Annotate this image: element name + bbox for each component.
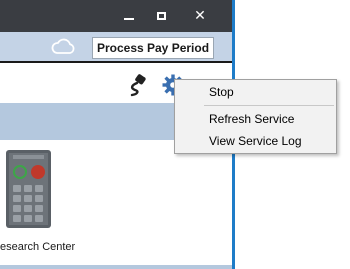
cloud-icon[interactable]	[50, 38, 76, 56]
green-button-icon	[13, 165, 27, 179]
keypad-key	[24, 195, 32, 202]
keypad-key	[24, 205, 32, 212]
keypad-key	[24, 215, 32, 222]
plug-icon[interactable]	[126, 73, 148, 97]
close-button[interactable]: ✕	[191, 7, 209, 25]
keypad-key	[35, 205, 43, 212]
app-tile-thumbnail[interactable]	[6, 150, 51, 228]
keypad-key	[35, 185, 43, 192]
keypad-key	[13, 185, 21, 192]
menu-item-refresh-service[interactable]: Refresh Service	[176, 109, 336, 129]
menu-item-view-service-log[interactable]: View Service Log	[176, 131, 336, 151]
keypad-key	[13, 205, 21, 212]
title-bar: ✕	[0, 0, 232, 32]
toolbar: Process Pay Period	[0, 32, 232, 63]
keypad-key	[35, 195, 43, 202]
maximize-icon	[156, 12, 166, 20]
screen: ✕ Process Pay Period esearch Center Stop…	[0, 0, 350, 269]
service-context-menu: Stop Refresh Service View Service Log	[174, 79, 337, 154]
process-pay-period-button[interactable]: Process Pay Period	[92, 37, 214, 59]
minimize-button[interactable]	[120, 7, 138, 25]
thumbnail-screen	[9, 153, 48, 225]
maximize-button[interactable]	[152, 7, 170, 25]
minimize-icon	[124, 18, 134, 20]
bottom-band	[0, 265, 232, 269]
keypad-key	[35, 215, 43, 222]
menu-separator	[204, 105, 334, 106]
keypad-key	[13, 215, 21, 222]
keypad-key	[13, 195, 21, 202]
red-button-icon	[31, 165, 45, 179]
keypad-key	[24, 185, 32, 192]
content-area: esearch Center	[0, 140, 232, 265]
thumbnail-header	[13, 155, 44, 159]
app-tile-label[interactable]: esearch Center	[0, 241, 75, 253]
menu-item-stop[interactable]: Stop	[176, 82, 336, 102]
